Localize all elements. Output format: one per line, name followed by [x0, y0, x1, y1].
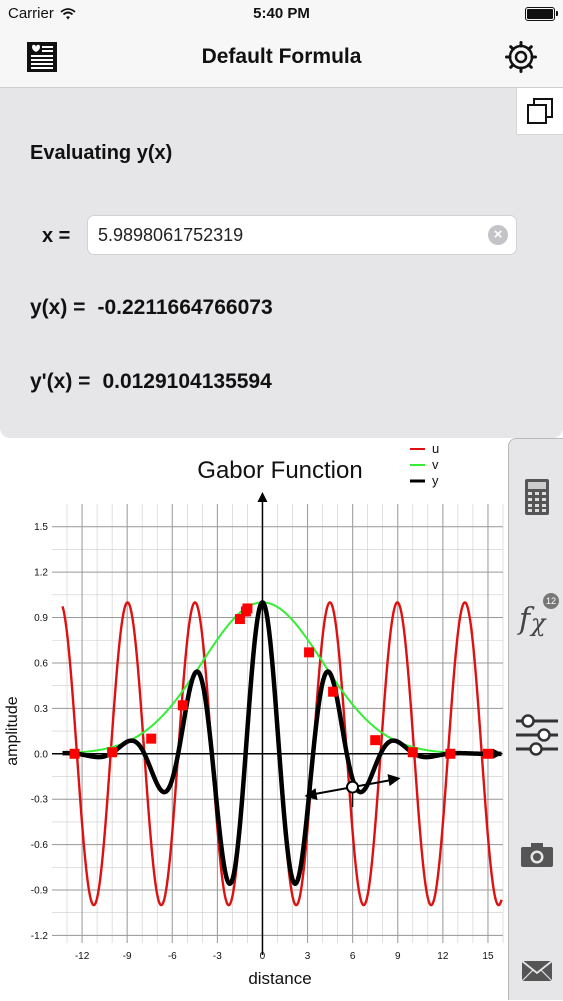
battery-icon [525, 7, 558, 21]
sliders-button[interactable] [509, 705, 563, 765]
y-tick-label: -0.9 [31, 886, 49, 897]
data-marker [242, 603, 253, 614]
x-tick-label: 12 [437, 951, 449, 962]
clear-icon[interactable]: × [488, 225, 508, 245]
y-tick-label: 0.3 [34, 704, 48, 715]
data-marker [482, 748, 493, 759]
data-marker [107, 747, 118, 758]
x-tick-label: 9 [395, 951, 401, 962]
x-tick-label: -9 [123, 951, 132, 962]
data-marker [445, 748, 456, 759]
svg-text:χ: χ [529, 609, 547, 637]
x-tick-label: 15 [482, 951, 494, 962]
y-result: y(x) = -0.2211664766073 [30, 296, 273, 320]
x-value-input[interactable] [87, 215, 517, 255]
x-tick-label: -3 [213, 951, 222, 962]
camera-icon [520, 843, 553, 867]
evaluation-panel: Evaluating y(x) x = × y(x) = -0.221166476… [0, 88, 563, 438]
yprime-result-value: 0.0129104135594 [102, 370, 272, 393]
x-axis-label: distance [248, 969, 311, 988]
eval-heading: Evaluating y(x) [30, 142, 173, 164]
x-tick-label: 3 [305, 951, 311, 962]
copy-icon [527, 98, 553, 124]
y-tick-label: 0.9 [34, 613, 48, 624]
data-marker [370, 735, 381, 746]
data-marker [177, 700, 188, 711]
data-marker [328, 686, 339, 697]
function-badge: 12 [545, 596, 555, 606]
x-tick-label: 0 [260, 951, 266, 962]
copy-button[interactable] [516, 88, 563, 135]
yprime-result-label: y'(x) = [30, 370, 91, 393]
function-icon: f χ 12 [517, 593, 559, 637]
y-result-label: y(x) = [30, 296, 86, 319]
mail-button[interactable] [509, 941, 563, 1001]
calculator-icon [524, 479, 549, 515]
sliders-icon [515, 714, 558, 756]
navigation-bar: Default Formula [0, 30, 563, 88]
calculator-button[interactable] [509, 467, 563, 527]
y-result-value: -0.2211664766073 [97, 296, 273, 319]
y-tick-label: 0.6 [34, 658, 48, 669]
side-toolbar: f χ 12 [508, 438, 563, 1000]
y-tick-label: 1.2 [34, 568, 48, 579]
data-marker [146, 733, 157, 744]
status-bar: Carrier 5:40 PM [0, 0, 563, 30]
yprime-result: y'(x) = 0.0129104135594 [30, 370, 272, 394]
cursor-handle[interactable] [346, 780, 360, 794]
gabor-chart[interactable]: -12 -9 -6 -3 0 3 6 9 12 15 -1.2 -0.9 -0.6 -0.3 0.0 0.3 0… [0, 438, 508, 1000]
legend-label-y: y [432, 473, 439, 488]
function-button[interactable]: f χ 12 [509, 585, 563, 645]
x-tick-label: -6 [168, 951, 177, 962]
x-tick-label: -12 [75, 951, 90, 962]
series-line-y [60, 600, 504, 886]
x-tick-label: 6 [350, 951, 356, 962]
legend-label-u: u [432, 441, 439, 456]
y-tick-label: -0.3 [31, 795, 49, 806]
chart-area[interactable]: -12 -9 -6 -3 0 3 6 9 12 15 -1.2 -0.9 -0.6 -0.3 0.0 0.3 0… [0, 438, 508, 1000]
data-marker [407, 747, 418, 758]
y-axis-label: amplitude [4, 696, 21, 765]
y-tick-label: -0.6 [31, 840, 49, 851]
y-tick-label: 0.0 [34, 749, 48, 760]
mail-icon [520, 960, 553, 982]
y-tick-label: -1.2 [31, 931, 49, 942]
status-time: 5:40 PM [253, 5, 310, 22]
x-label: x = [42, 225, 71, 247]
data-marker [69, 748, 80, 759]
y-axis-arrow [257, 492, 268, 502]
y-tick-label: 1.5 [34, 522, 48, 533]
data-marker [304, 647, 315, 658]
camera-button[interactable] [509, 825, 563, 885]
cursor-arrow-right [387, 774, 401, 787]
legend-label-v: v [432, 457, 439, 472]
gear-icon[interactable] [505, 41, 537, 73]
page-title: Default Formula [201, 45, 362, 68]
chart-title: Gabor Function [197, 457, 362, 484]
